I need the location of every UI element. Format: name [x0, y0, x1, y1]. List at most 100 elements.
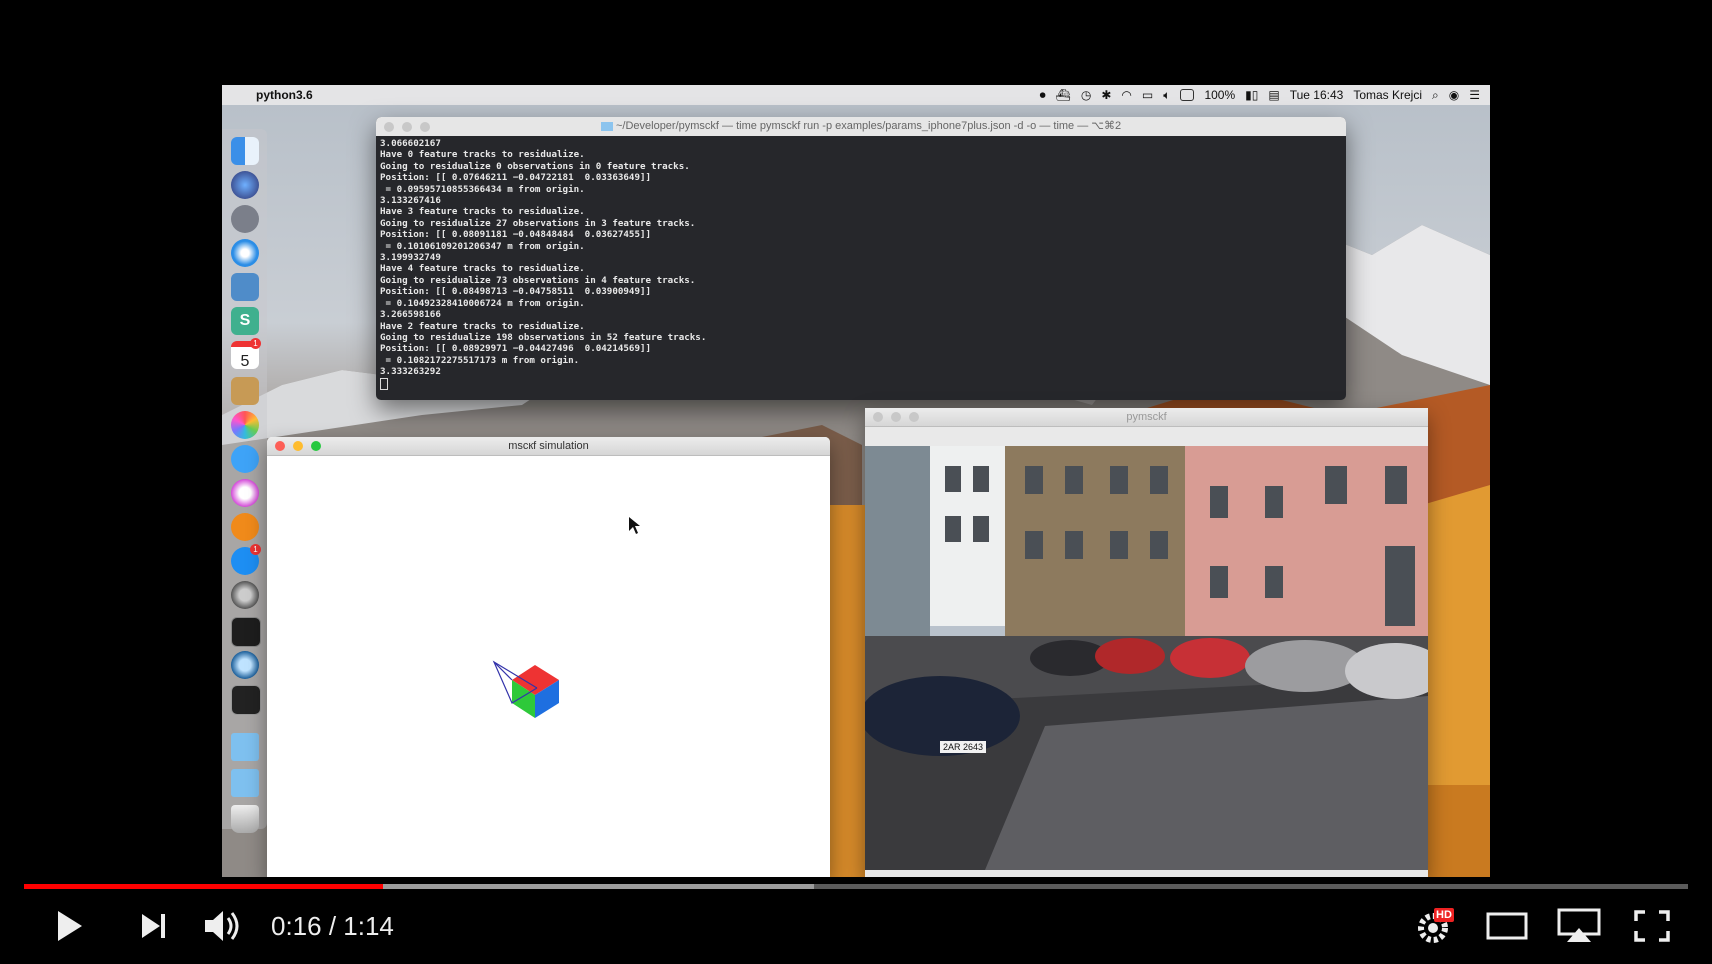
zoom-button[interactable] — [311, 441, 321, 451]
launchpad-icon[interactable] — [231, 205, 259, 233]
played-bar — [24, 884, 384, 889]
pymsckf-window-title: pymsckf — [1126, 411, 1167, 423]
fullscreen-icon — [1634, 910, 1670, 942]
progress-bar[interactable] — [24, 884, 1688, 889]
volume-icon[interactable]: 🔈︎ — [1163, 88, 1170, 103]
quicktime-icon[interactable] — [231, 651, 259, 679]
play-button[interactable] — [50, 900, 90, 952]
terminal-cursor — [380, 377, 388, 390]
dock: S 5 1 1 — [222, 129, 267, 833]
airplay-icon[interactable]: ▭ — [1142, 88, 1153, 102]
folder-icon[interactable] — [231, 733, 259, 761]
keyboard-icon[interactable] — [1180, 89, 1195, 101]
hd-badge: HD — [1434, 908, 1454, 922]
siri-icon[interactable] — [231, 171, 259, 199]
fullscreen-button[interactable] — [1630, 900, 1674, 952]
bluetooth-icon[interactable]: ✱ — [1101, 88, 1111, 102]
itunes-icon[interactable] — [231, 479, 259, 507]
preview-icon[interactable] — [231, 273, 259, 301]
input-source-flag-icon[interactable]: ▤ — [1268, 88, 1279, 102]
terminal-line: Have 4 feature tracks to residualize. — [380, 263, 585, 275]
finder-icon[interactable] — [231, 137, 259, 165]
battery-percent: 100% — [1204, 88, 1236, 102]
system-preferences-icon[interactable] — [231, 581, 259, 609]
terminal-title: ~/Developer/pymsckf — time pymsckf run -… — [615, 120, 1122, 132]
terminal-line: 3.199932749 — [380, 252, 441, 264]
license-plate: 2AR 2643 — [943, 742, 983, 752]
mute-button[interactable] — [200, 900, 246, 952]
terminal-line: 3.066602167 — [380, 138, 441, 149]
spotlight-search-icon[interactable]: ⌕ — [1432, 88, 1439, 103]
app-store-badge: 1 — [250, 544, 261, 555]
siri-menubar-icon[interactable]: ◉ — [1449, 88, 1459, 102]
airplay-button[interactable] — [1556, 900, 1602, 952]
terminal-icon[interactable] — [231, 617, 261, 647]
minimize-button[interactable] — [891, 412, 901, 422]
terminal-line: Position: [[ 0.07646211 −0.04722181 0.03… — [380, 172, 652, 184]
current-time: 0:16 — [271, 911, 322, 941]
msckf-simulation-window[interactable]: mscкf simulation — [267, 437, 830, 877]
close-button[interactable] — [275, 441, 285, 451]
play-icon — [58, 911, 82, 941]
downloads-folder-icon[interactable] — [231, 769, 259, 797]
sim-titlebar[interactable]: mscкf simulation — [267, 437, 830, 456]
duration: 1:14 — [343, 911, 394, 941]
trash-icon[interactable] — [231, 805, 259, 833]
airplay-icon — [1557, 908, 1601, 942]
photos-icon[interactable] — [231, 411, 259, 439]
terminal-line: Have 3 feature tracks to residualize. — [380, 206, 585, 218]
camera-frame: 2AR 2643 — [865, 446, 1428, 870]
messages-icon[interactable] — [231, 445, 259, 473]
calendar-day: 5 — [240, 353, 250, 370]
macos-menubar: python3.6 ⏺ ⛴ ◷ ✱ ◠ ▭ 🔈︎ 100% ▮▯ ▤ Tue 1… — [222, 85, 1490, 105]
terminal-line: = 0.10106109201206347 m from origin. — [385, 240, 585, 252]
ibooks-icon[interactable] — [231, 513, 259, 541]
terminal-titlebar[interactable]: ~/Developer/pymsckf — time pymsckf run -… — [376, 117, 1346, 136]
docker-icon[interactable]: ⛴ — [1056, 88, 1071, 102]
zoom-button[interactable] — [420, 122, 430, 132]
safari-icon[interactable] — [231, 239, 259, 267]
terminal-line: = 0.09595710855366434 m from origin. — [385, 183, 585, 195]
next-icon — [142, 914, 165, 938]
theater-mode-icon — [1486, 912, 1528, 940]
slack-icon[interactable]: S — [231, 307, 259, 335]
record-icon[interactable]: ⏺ — [1040, 88, 1046, 103]
terminal-line: Going to residualize 27 observations in … — [380, 217, 696, 229]
notes-icon[interactable] — [231, 377, 259, 405]
wifi-icon[interactable]: ◠ — [1121, 88, 1131, 102]
settings-button[interactable]: HD — [1416, 900, 1456, 952]
video-player[interactable]: python3.6 ⏺ ⛴ ◷ ✱ ◠ ▭ 🔈︎ 100% ▮▯ ▤ Tue 1… — [0, 0, 1712, 964]
mouse-cursor-icon — [629, 517, 640, 534]
console-icon[interactable] — [231, 685, 261, 715]
minimize-button[interactable] — [402, 122, 412, 132]
terminal-window[interactable]: ~/Developer/pymsckf — time pymsckf run -… — [376, 117, 1346, 400]
minimize-button[interactable] — [293, 441, 303, 451]
close-button[interactable] — [873, 412, 883, 422]
sim-window-title: mscкf simulation — [508, 440, 589, 452]
terminal-line: Have 0 feature tracks to residualize. — [380, 149, 585, 161]
zoom-button[interactable] — [909, 412, 919, 422]
time-separator: / — [321, 911, 344, 941]
folder-icon — [600, 121, 613, 131]
terminal-line: Position: [[ 0.08929971 −0.04427496 0.04… — [380, 343, 652, 355]
time-machine-icon[interactable]: ◷ — [1081, 88, 1091, 102]
terminal-output[interactable]: 3.066602167 Have 0 feature tracks to res… — [376, 136, 1346, 392]
terminal-line: 3.266598166 — [380, 309, 441, 321]
battery-icon[interactable]: ▮▯ — [1245, 88, 1258, 102]
next-button[interactable] — [136, 900, 172, 952]
video-frame[interactable]: python3.6 ⏺ ⛴ ◷ ✱ ◠ ▭ 🔈︎ 100% ▮▯ ▤ Tue 1… — [222, 85, 1490, 877]
terminal-line: = 0.1082172275517173 m from origin. — [385, 354, 580, 366]
close-button[interactable] — [384, 122, 394, 132]
notification-center-icon[interactable]: ☰ — [1469, 88, 1480, 102]
menubar-clock[interactable]: Tue 16:43 — [1290, 88, 1344, 102]
pymsckf-window[interactable]: pymsckf 2AR 2643 — [865, 408, 1428, 877]
pymsckf-titlebar[interactable]: pymsckf — [865, 408, 1428, 427]
sim-canvas[interactable] — [267, 455, 830, 877]
street-scene: 2AR 2643 — [865, 446, 1428, 870]
menubar-user[interactable]: Tomas Krejci — [1353, 88, 1422, 102]
camera-pose-cube — [492, 660, 559, 718]
theater-mode-button[interactable] — [1484, 900, 1530, 952]
terminal-line: Going to residualize 73 observations in … — [380, 274, 696, 286]
calendar-badge: 1 — [250, 338, 261, 349]
active-app-name[interactable]: python3.6 — [256, 88, 313, 102]
